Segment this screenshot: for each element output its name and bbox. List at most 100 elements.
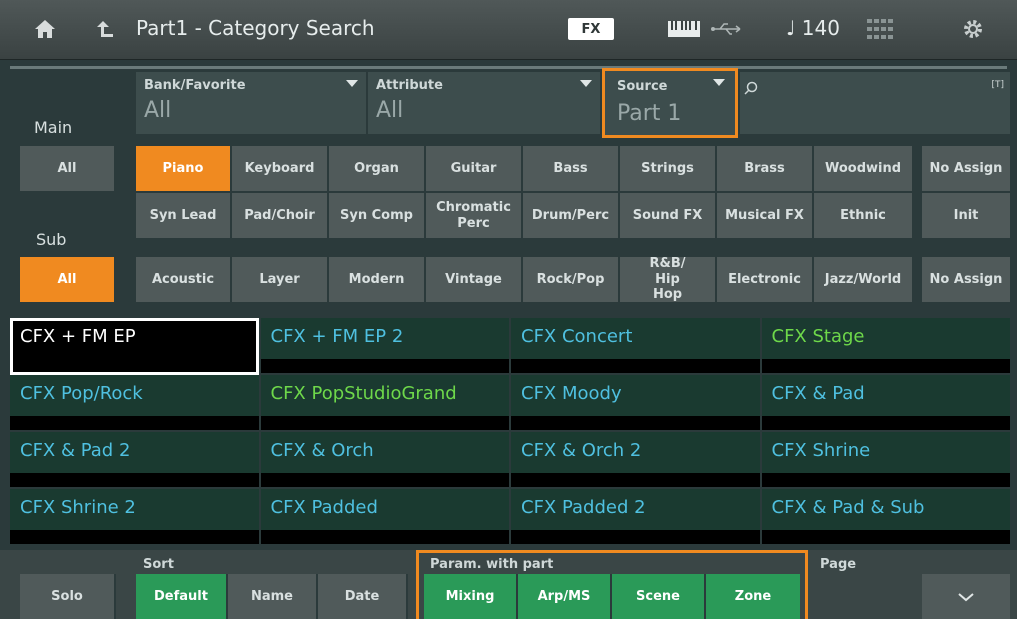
param-mixing-button[interactable]: Mixing (424, 574, 518, 619)
category-brass[interactable]: Brass (717, 146, 814, 191)
result-item-name: CFX Pop/Rock (20, 383, 143, 404)
category-strings[interactable]: Strings (620, 146, 717, 191)
category-drum-perc[interactable]: Drum/Perc (523, 193, 620, 238)
result-item-name: CFX Moody (521, 383, 622, 404)
result-item-bar (10, 473, 259, 487)
sub-rnb-hip-hop[interactable]: R&B/ Hip Hop (620, 256, 717, 302)
solo-button[interactable]: Solo (20, 574, 116, 619)
result-item[interactable]: CFX & Pad 2 (10, 432, 259, 489)
result-item-name: CFX Padded (270, 497, 378, 518)
sub-rock-pop[interactable]: Rock/Pop (523, 257, 620, 302)
result-item[interactable]: CFX & Pad (761, 375, 1010, 432)
param-scene-button[interactable]: Scene (612, 574, 706, 619)
header-divider (10, 66, 1007, 69)
category-piano[interactable]: Piano (136, 146, 232, 191)
chevron-down-icon (958, 592, 974, 601)
sub-layer[interactable]: Layer (232, 257, 329, 302)
category-organ[interactable]: Organ (329, 146, 426, 191)
init-button[interactable]: Init (922, 193, 1010, 238)
attribute-dropdown[interactable]: Attribute All (368, 72, 600, 134)
source-dropdown[interactable]: Source Part 1 (602, 68, 738, 138)
sub-acoustic[interactable]: Acoustic (136, 257, 232, 302)
result-item[interactable]: CFX & Pad & Sub (761, 489, 1010, 546)
result-item-bar (511, 473, 760, 487)
page-down-button[interactable] (922, 574, 1010, 619)
category-keyboard[interactable]: Keyboard (232, 146, 329, 191)
result-item-name: CFX PopStudioGrand (270, 383, 457, 404)
result-item-name: CFX & Pad (771, 383, 865, 404)
result-item-bar (511, 359, 760, 373)
main-no-assign-button[interactable]: No Assign (922, 146, 1010, 191)
category-bass[interactable]: Bass (523, 146, 620, 191)
result-item-bar (260, 416, 509, 430)
chevron-down-icon (346, 80, 358, 87)
result-item-name: CFX Shrine 2 (20, 497, 136, 518)
sub-electronic[interactable]: Electronic (717, 257, 814, 302)
result-item[interactable]: CFX Shrine 2 (10, 489, 259, 546)
result-item[interactable]: CFX PopStudioGrand (260, 375, 509, 432)
attribute-value: All (376, 98, 404, 123)
result-item-name: CFX & Orch (270, 440, 374, 461)
category-musical-fx[interactable]: Musical FX (717, 193, 814, 238)
gear-icon[interactable] (958, 14, 988, 44)
result-item-bar (761, 416, 1010, 430)
result-item[interactable]: CFX + FM EP 2 (260, 318, 509, 375)
back-icon[interactable] (90, 14, 120, 44)
result-item[interactable]: CFX & Orch 2 (511, 432, 760, 489)
result-item[interactable]: CFX Padded (260, 489, 509, 546)
category-ethnic[interactable]: Ethnic (814, 193, 914, 238)
sub-no-assign-button[interactable]: No Assign (922, 257, 1010, 302)
result-item[interactable]: CFX Shrine (761, 432, 1010, 489)
result-item-bar (761, 359, 1010, 373)
category-woodwind[interactable]: Woodwind (814, 146, 914, 191)
sort-date-button[interactable]: Date (318, 574, 408, 619)
sub-all-button[interactable]: All (20, 257, 116, 302)
fx-badge: FX (568, 18, 614, 40)
category-syn-comp[interactable]: Syn Comp (329, 193, 426, 238)
param-zone-button[interactable]: Zone (706, 574, 800, 619)
sub-modern[interactable]: Modern (329, 257, 426, 302)
sort-label: Sort (143, 557, 174, 572)
category-chromatic-perc[interactable]: Chromatic Perc (426, 193, 523, 238)
result-item-bar (260, 473, 509, 487)
page-title: Part1 - Category Search (136, 16, 375, 40)
sub-vintage[interactable]: Vintage (426, 257, 523, 302)
bank-favorite-dropdown[interactable]: Bank/Favorite All (136, 72, 366, 134)
result-item-bar (511, 530, 760, 544)
category-pad-choir[interactable]: Pad/Choir (232, 193, 329, 238)
category-syn-lead[interactable]: Syn Lead (136, 193, 232, 238)
result-item-name: CFX + FM EP (20, 326, 136, 347)
grid-icon[interactable] (864, 14, 896, 44)
result-item[interactable]: CFX + FM EP (10, 318, 259, 375)
text-input-tag: [T] (991, 80, 1004, 90)
sort-name-button[interactable]: Name (228, 574, 318, 619)
top-bar: Part1 - Category Search FX ♩ 140 (0, 0, 1017, 60)
result-item[interactable]: CFX Pop/Rock (10, 375, 259, 432)
result-item[interactable]: CFX Concert (511, 318, 760, 375)
result-item[interactable]: CFX Stage (761, 318, 1010, 375)
result-item-bar (511, 416, 760, 430)
result-item-bar (260, 359, 509, 373)
param-arp-ms-button[interactable]: Arp/MS (518, 574, 612, 619)
chevron-down-icon (713, 79, 725, 86)
result-item[interactable]: CFX Padded 2 (511, 489, 760, 546)
result-item[interactable]: CFX Moody (511, 375, 760, 432)
page-label: Page (820, 557, 857, 572)
home-icon[interactable] (30, 14, 60, 44)
sub-jazz-world[interactable]: Jazz/World (814, 257, 914, 302)
sort-default-button[interactable]: Default (136, 574, 228, 619)
main-all-button[interactable]: All (20, 146, 116, 191)
results-grid: CFX + FM EP CFX + FM EP 2 CFX Concert CFX S… (10, 318, 1012, 546)
result-item-bar (10, 530, 259, 544)
bank-favorite-value: All (144, 98, 172, 123)
keyboard-icon (666, 14, 702, 44)
result-item-name: CFX Padded 2 (521, 497, 646, 518)
category-guitar[interactable]: Guitar (426, 146, 523, 191)
tempo-display: ♩ 140 (786, 16, 840, 40)
result-item[interactable]: CFX & Orch (260, 432, 509, 489)
result-item-bar (761, 473, 1010, 487)
search-field[interactable]: [T] (740, 72, 1010, 134)
result-item-name: CFX Shrine (771, 440, 871, 461)
category-sound-fx[interactable]: Sound FX (620, 193, 717, 238)
bank-favorite-label: Bank/Favorite (144, 78, 246, 93)
